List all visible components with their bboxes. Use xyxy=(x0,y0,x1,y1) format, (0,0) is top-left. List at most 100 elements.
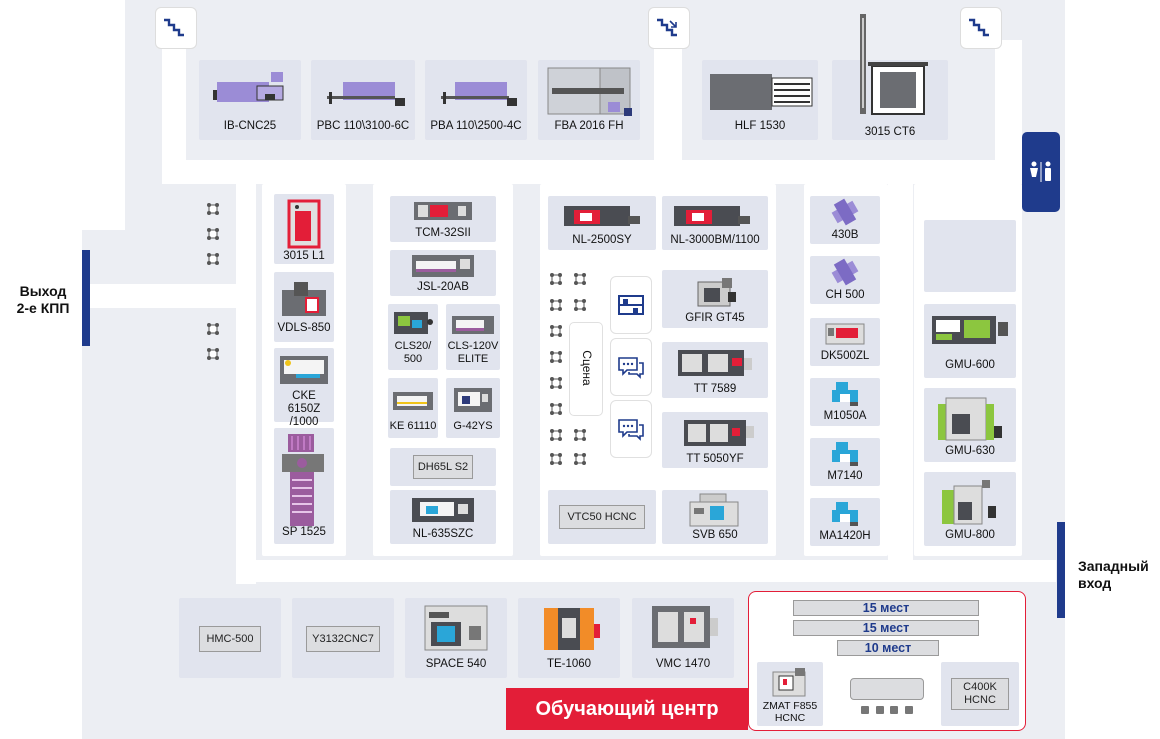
machine-hmc-500[interactable]: HMC-500 xyxy=(179,598,281,678)
machine-nl-2500sy[interactable]: NL-2500SY xyxy=(548,196,656,250)
instructor-desk xyxy=(850,678,924,700)
machine-cls-120v[interactable]: CLS-120V ELITE xyxy=(446,304,500,370)
machine-label: M7140 xyxy=(827,470,863,482)
machine-nl-635szc[interactable]: NL-635SZC xyxy=(390,490,496,544)
machine-label: CLS20/ 500 xyxy=(394,340,432,365)
exit-label-left: Выход 2-е КПП xyxy=(16,283,70,316)
machine-label: SVB 650 xyxy=(692,529,738,541)
machine-label: VMC 1470 xyxy=(655,658,711,670)
machine-ma1420h[interactable]: MA1420H xyxy=(810,498,880,546)
machine-gmu-600[interactable]: GMU-600 xyxy=(924,304,1016,378)
machine-label: 430B xyxy=(831,229,859,241)
machine-label: FBA 2016 FH xyxy=(554,120,624,132)
stool-icon xyxy=(550,403,562,415)
machine-ke-61110[interactable]: KE 61110 xyxy=(388,378,438,438)
stool-icon xyxy=(550,273,562,285)
machine-box-label: DH65L S2 xyxy=(413,455,473,479)
seat-icon xyxy=(890,706,899,714)
machine-3015-l1[interactable]: 3015 L1 xyxy=(274,194,334,264)
machine-fba-2016[interactable]: FBA 2016 FH xyxy=(538,60,640,140)
machine-label: NL-2500SY xyxy=(572,234,632,246)
stool-icon xyxy=(550,377,562,389)
stool-icon xyxy=(207,323,219,335)
machine-jsl-20ab[interactable]: JSL-20AB xyxy=(390,250,496,296)
machine-tt-7589[interactable]: TT 7589 xyxy=(662,342,768,398)
seat-icon xyxy=(904,706,913,714)
machine-ib-cnc25[interactable]: IB-CNC25 xyxy=(199,60,301,140)
machine-label: SP 1525 xyxy=(282,526,326,538)
aisle xyxy=(162,160,1022,184)
machine-tt-5050yf[interactable]: TT 5050YF xyxy=(662,412,768,468)
machine-m1050a[interactable]: M1050A xyxy=(810,378,880,426)
machine-pba-110[interactable]: PBA 110\2500-4C xyxy=(425,60,527,140)
stool-icon xyxy=(574,299,586,311)
machine-cls20[interactable]: CLS20/ 500 xyxy=(388,304,438,370)
machine-label: TCM-32SII xyxy=(415,227,471,239)
machine-label: M1050A xyxy=(823,410,867,422)
stairs-icon xyxy=(960,7,1002,49)
machine-label: CKE 6150Z /1000 xyxy=(287,390,321,428)
stage-label: Сцена xyxy=(580,350,594,386)
stool-icon xyxy=(207,203,219,215)
machine-hlf-1530[interactable]: HLF 1530 xyxy=(702,60,818,140)
machine-gfir-gt45[interactable]: GFIR GT45 xyxy=(662,270,768,328)
seat-icon xyxy=(861,706,869,714)
stool-icon xyxy=(207,253,219,265)
machine-vdls-850[interactable]: VDLS-850 xyxy=(274,272,334,342)
stool-icon xyxy=(207,348,219,360)
stool-icon xyxy=(550,325,562,337)
training-center: 15 мест 15 мест 10 мест ZMAT F855 HCNC C… xyxy=(748,591,1026,731)
aisle xyxy=(236,184,256,584)
machine-dh65l-s2[interactable]: DH65L S2 xyxy=(390,448,496,486)
machine-sp-1525[interactable]: SP 1525 xyxy=(274,428,334,544)
machine-label: GMU-600 xyxy=(945,359,995,371)
machine-svb-650[interactable]: SVB 650 xyxy=(662,490,768,544)
stool-icon xyxy=(207,228,219,240)
stool-icon xyxy=(550,429,562,441)
machine-c400k[interactable]: C400K HCNC xyxy=(941,662,1019,726)
machine-dk500zl[interactable]: DK500ZL xyxy=(810,318,880,366)
machine-box-label: HMC-500 xyxy=(199,626,261,652)
machine-tcm-32sii[interactable]: TCM-32SII xyxy=(390,196,496,242)
machine-gmu-630[interactable]: GMU-630 xyxy=(924,388,1016,462)
machine-pbc-110[interactable]: PBC 110\3100-6C xyxy=(311,60,415,140)
machine-te-1060[interactable]: TE-1060 xyxy=(518,598,620,678)
machine-nl-3000bm[interactable]: NL-3000BM/1100 xyxy=(662,196,768,250)
stool-icon xyxy=(574,273,586,285)
seat-row: 15 мест xyxy=(793,620,979,636)
machine-vtc50-hcnc[interactable]: VTC50 HCNC xyxy=(548,490,656,544)
machine-y3132cnc7[interactable]: Y3132CNC7 xyxy=(292,598,394,678)
machine-3015-ct6[interactable]: 3015 CT6 xyxy=(832,14,948,140)
machine-m7140[interactable]: M7140 xyxy=(810,438,880,486)
machine-label: PBC 110\3100-6C xyxy=(316,120,410,132)
machine-label: G-42YS xyxy=(453,420,493,432)
restroom-icon xyxy=(1022,132,1060,212)
stairs-icon xyxy=(648,7,690,49)
chat-icon xyxy=(610,338,652,396)
machine-ch-500[interactable]: CH 500 xyxy=(810,256,880,304)
aisle xyxy=(162,40,186,160)
machine-label: NL-635SZC xyxy=(412,528,474,540)
stairs-icon xyxy=(155,7,197,49)
machine-430b[interactable]: 430B xyxy=(810,196,880,244)
floor-plan: Выход 2-е КПП Западный вход IB-CNC25 PBC… xyxy=(0,0,1160,739)
machine-label: VDLS-850 xyxy=(277,322,331,334)
machine-cke-6150z[interactable]: CKE 6150Z /1000 xyxy=(274,348,334,428)
machine-space-540[interactable]: SPACE 540 xyxy=(405,598,507,678)
seat-row: 15 мест xyxy=(793,600,979,616)
machine-g-42ys[interactable]: G-42YS xyxy=(446,378,500,438)
stage: Сцена xyxy=(569,322,603,416)
seat-icon xyxy=(875,706,884,714)
stool-icon xyxy=(550,453,562,465)
shelving-icon xyxy=(610,276,652,334)
machine-label: 3015 L1 xyxy=(283,250,325,262)
machine-label: CH 500 xyxy=(825,289,865,301)
instructor-seats xyxy=(861,706,913,714)
machine-label: GFIR GT45 xyxy=(685,312,745,324)
machine-label: JSL-20AB xyxy=(417,281,469,293)
machine-gmu-800[interactable]: GMU-800 xyxy=(924,472,1016,546)
machine-vmc-1470[interactable]: VMC 1470 xyxy=(632,598,734,678)
machine-label: IB-CNC25 xyxy=(223,120,277,132)
stool-icon xyxy=(550,351,562,363)
machine-zmat-f855[interactable]: ZMAT F855 HCNC xyxy=(757,662,823,726)
